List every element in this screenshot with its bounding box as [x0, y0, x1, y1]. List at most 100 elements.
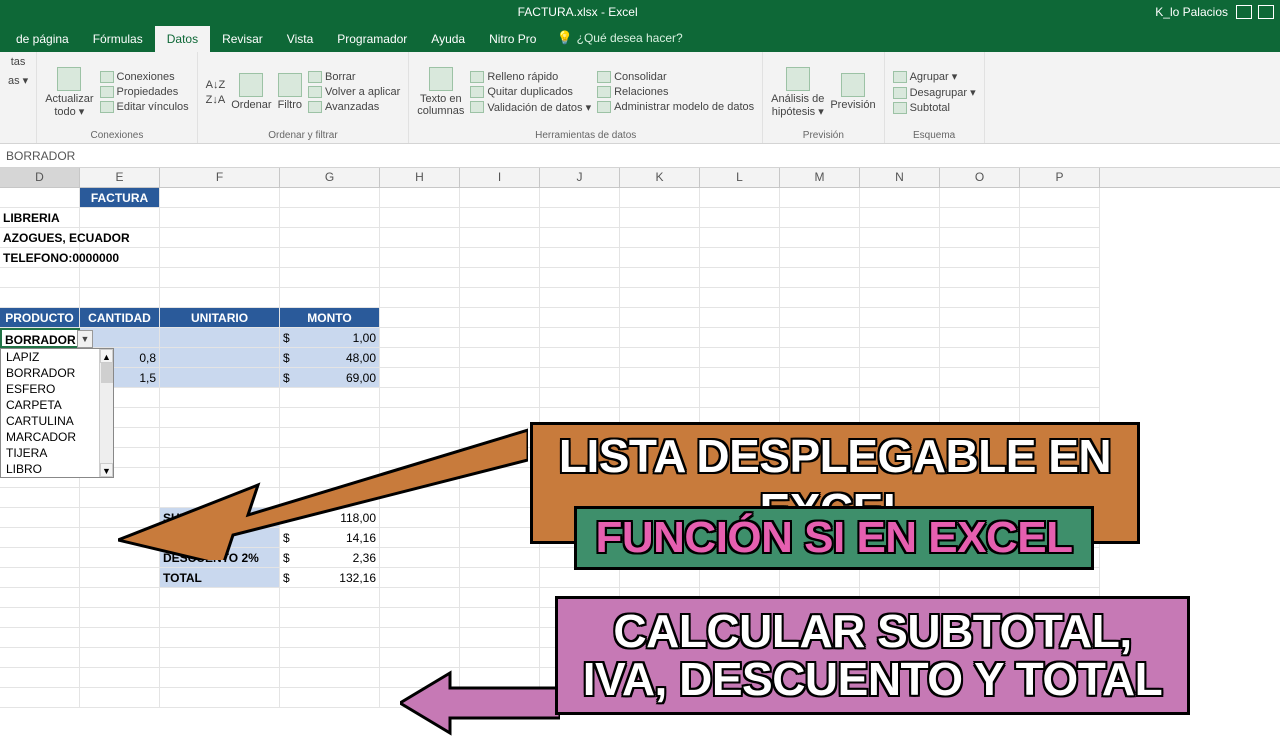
forecast-button[interactable]: Previsión — [830, 73, 875, 111]
sort-button[interactable]: Ordenar — [231, 73, 271, 111]
col-header-m[interactable]: M — [780, 168, 860, 187]
refresh-icon — [57, 67, 81, 91]
reapply-icon — [308, 86, 322, 98]
group-label-connections: Conexiones — [45, 128, 188, 141]
tab-formulas[interactable]: Fórmulas — [81, 26, 155, 52]
col-header-h[interactable]: H — [380, 168, 460, 187]
ungroup-button[interactable]: Desagrupar ▾ — [893, 86, 976, 99]
total-value: $132,16 — [280, 568, 380, 588]
text-to-columns-button[interactable]: Texto en columnas — [417, 67, 464, 117]
dd-item-borrador[interactable]: BORRADOR — [1, 365, 113, 381]
col-header-o[interactable]: O — [940, 168, 1020, 187]
scroll-down-icon[interactable]: ▼ — [100, 463, 113, 477]
dd-item-esfero[interactable]: ESFERO — [1, 381, 113, 397]
data-model-button[interactable]: Administrar modelo de datos — [597, 101, 754, 113]
dd-item-tijera[interactable]: TIJERA — [1, 445, 113, 461]
btn-tas[interactable]: tas — [11, 56, 26, 68]
remove-duplicates-button[interactable]: Quitar duplicados — [470, 86, 591, 98]
dropdown-scrollbar[interactable]: ▲ ▼ — [99, 349, 113, 477]
whatif-icon — [786, 67, 810, 91]
funnel-icon — [278, 73, 302, 97]
col-header-g[interactable]: G — [280, 168, 380, 187]
tell-me-search[interactable]: 💡¿Qué desea hacer? — [548, 24, 690, 52]
properties-icon — [100, 86, 114, 98]
relations-button[interactable]: Relaciones — [597, 86, 754, 98]
advanced-icon — [308, 101, 322, 113]
col-header-p[interactable]: P — [1020, 168, 1100, 187]
properties-button[interactable]: Propiedades — [100, 86, 189, 98]
scroll-up-icon[interactable]: ▲ — [100, 349, 113, 363]
col-header-l[interactable]: L — [700, 168, 780, 187]
group-button[interactable]: Agrupar ▾ — [893, 70, 976, 83]
group-icon — [893, 71, 907, 83]
connections-icon — [100, 71, 114, 83]
dd-item-marcador[interactable]: MARCADOR — [1, 429, 113, 445]
tab-review[interactable]: Revisar — [210, 26, 275, 52]
sort-za-button[interactable]: Z↓A — [206, 94, 226, 106]
arrow-orange-icon — [118, 420, 528, 560]
col-header-i[interactable]: I — [460, 168, 540, 187]
col-header-j[interactable]: J — [540, 168, 620, 187]
col-header-e[interactable]: E — [80, 168, 160, 187]
sort-az-button[interactable]: A↓Z — [206, 79, 226, 91]
worksheet[interactable]: FACTURA LIBRERIA AZOGUES, ECUADOR TELEFO… — [0, 188, 1280, 720]
td-unit-1[interactable] — [160, 348, 280, 368]
data-model-icon — [597, 101, 611, 113]
advanced-button[interactable]: Avanzadas — [308, 101, 400, 113]
td-monto-1[interactable]: $48,00 — [280, 348, 380, 368]
formula-bar[interactable]: BORRADOR — [0, 144, 1280, 168]
tab-pagelayout[interactable]: de página — [4, 26, 81, 52]
td-unit-0[interactable] — [160, 328, 280, 348]
refresh-all-button[interactable]: Actualizar todo ▾ — [45, 67, 93, 118]
maximize-button[interactable] — [1258, 5, 1274, 19]
validation-icon — [470, 101, 484, 113]
tab-view[interactable]: Vista — [275, 26, 325, 52]
filter-button[interactable]: Filtro — [278, 73, 302, 111]
col-header-k[interactable]: K — [620, 168, 700, 187]
subtotal-button[interactable]: Subtotal — [893, 102, 976, 114]
dd-item-lapiz[interactable]: LAPIZ — [1, 349, 113, 365]
reapply-button[interactable]: Volver a aplicar — [308, 86, 400, 98]
tab-help[interactable]: Ayuda — [419, 26, 477, 52]
th-monto: MONTO — [280, 308, 380, 328]
column-headers: D E F G H I J K L M N O P — [0, 168, 1280, 188]
callout-funcion-si: FUNCIÓN SI EN EXCEL — [574, 506, 1094, 570]
ribbon: tas as ▾ Actualizar todo ▾ Conexiones Pr… — [0, 52, 1280, 144]
dropdown-toggle[interactable]: ▼ — [77, 330, 93, 348]
flash-fill-button[interactable]: Relleno rápido — [470, 71, 591, 83]
clear-icon — [308, 71, 322, 83]
tab-nitropro[interactable]: Nitro Pro — [477, 26, 548, 52]
connections-button[interactable]: Conexiones — [100, 71, 189, 83]
td-monto-0[interactable]: $1,00 — [280, 328, 380, 348]
company-name: LIBRERIA — [0, 208, 80, 228]
col-header-d[interactable]: D — [0, 168, 80, 187]
consolidate-icon — [597, 71, 611, 83]
consolidate-button[interactable]: Consolidar — [597, 71, 754, 83]
edit-links-button[interactable]: Editar vínculos — [100, 101, 189, 113]
group-label-sortfilter: Ordenar y filtrar — [206, 128, 401, 141]
dd-item-libro[interactable]: LIBRO — [1, 461, 113, 477]
scroll-thumb[interactable] — [101, 363, 113, 383]
tab-data[interactable]: Datos — [155, 26, 210, 52]
btn-as[interactable]: as ▾ — [8, 74, 28, 87]
group-label-outline: Esquema — [893, 128, 976, 141]
td-unit-2[interactable] — [160, 368, 280, 388]
company-phone: TELEFONO:0000000 — [0, 248, 80, 268]
dd-item-cartulina[interactable]: CARTULINA — [1, 413, 113, 429]
tab-developer[interactable]: Programador — [325, 26, 419, 52]
minimize-button[interactable] — [1236, 5, 1252, 19]
text-columns-icon — [429, 67, 453, 91]
col-header-f[interactable]: F — [160, 168, 280, 187]
factura-badge: FACTURA — [80, 188, 160, 208]
col-header-n[interactable]: N — [860, 168, 940, 187]
edit-links-icon — [100, 101, 114, 113]
ribbon-tabs: de página Fórmulas Datos Revisar Vista P… — [0, 24, 1280, 52]
callout-calcular: CALCULAR SUBTOTAL, IVA, DESCUENTO Y TOTA… — [555, 596, 1190, 715]
whatif-button[interactable]: Análisis de hipótesis ▾ — [771, 67, 824, 118]
td-monto-2[interactable]: $69,00 — [280, 368, 380, 388]
data-validation-button[interactable]: Validación de datos ▾ — [470, 101, 591, 114]
th-unitario: UNITARIO — [160, 308, 280, 328]
selected-cell[interactable]: BORRADOR — [0, 328, 80, 348]
clear-filter-button[interactable]: Borrar — [308, 71, 400, 83]
dd-item-carpeta[interactable]: CARPETA — [1, 397, 113, 413]
